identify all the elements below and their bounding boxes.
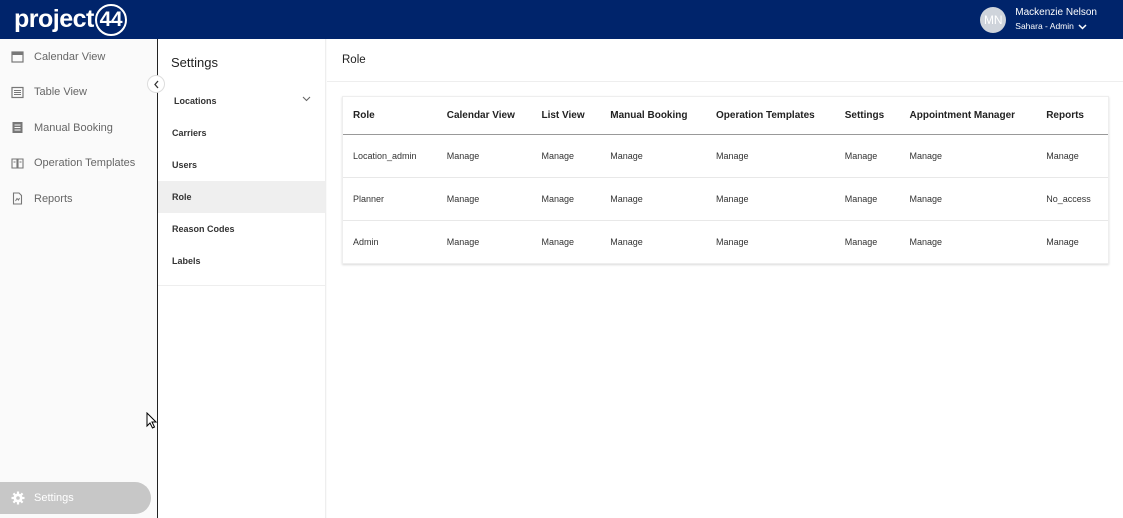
column-header[interactable]: Settings xyxy=(834,97,900,135)
column-header[interactable]: Reports xyxy=(1036,97,1108,135)
sidebar-item-label: Table View xyxy=(34,86,87,99)
settings-title: Settings xyxy=(171,54,218,70)
table-cell: Manage xyxy=(899,177,1037,221)
mouse-cursor-icon xyxy=(146,412,157,429)
table-cell: Manage xyxy=(706,177,835,221)
sidebar-item-reports[interactable]: Reports xyxy=(0,181,157,217)
avatar[interactable]: MN xyxy=(980,6,1007,33)
table-cell: Manage xyxy=(909,236,943,247)
role-table-card: Role Calendar View List View Manual Booking… xyxy=(342,96,1109,264)
table-cell: Manage xyxy=(706,134,835,178)
table-cell: Admin xyxy=(353,236,379,247)
column-header[interactable]: Role xyxy=(343,97,437,135)
table-cell: Manage xyxy=(600,134,706,178)
list-icon xyxy=(11,86,24,98)
gear-icon xyxy=(11,491,25,505)
role-table: Role Calendar View List View Manual Booking… xyxy=(343,97,1108,263)
table-row[interactable]: Planner Manage Manage Manage Manage Manage Man… xyxy=(343,177,1108,221)
table-header-row: Role Calendar View List View Manual Booking… xyxy=(343,97,1108,135)
table-cell: Manage xyxy=(436,134,532,178)
table-cell: Manage xyxy=(531,177,601,221)
settings-item-label: Reason Codes xyxy=(172,224,235,234)
sidebar-item-label: Operation Templates xyxy=(34,157,136,170)
settings-panel: Settings Locations Carriers Users Role R… xyxy=(158,39,326,518)
sidebar-item-label: Manual Booking xyxy=(34,121,113,134)
sidebar-item-operation-templates[interactable]: Operation Templates xyxy=(0,146,157,182)
table-cell: Manage xyxy=(834,177,900,221)
table-body: Location_admin Manage Manage Manage Manage Ma… xyxy=(343,134,1108,263)
settings-item-role[interactable]: Role xyxy=(158,181,325,213)
column-header[interactable]: List View xyxy=(531,97,601,135)
sidebar-item-label: Settings xyxy=(34,492,74,504)
settings-item-reason-codes[interactable]: Reason Codes xyxy=(158,213,325,245)
sidebar: Calendar View Table View Manual Booking … xyxy=(0,39,158,518)
table-cell: Manage xyxy=(1036,134,1108,178)
settings-item-label: Labels xyxy=(172,256,201,266)
user-role: Sahara - Admin xyxy=(1015,21,1074,32)
column-header[interactable]: Appointment Manager xyxy=(899,97,1037,135)
table-cell: Manage xyxy=(834,134,900,178)
table-cell: Manage xyxy=(541,236,575,247)
settings-item-carriers[interactable]: Carriers xyxy=(158,117,325,149)
settings-item-label: Users xyxy=(172,160,198,170)
chevron-down-icon[interactable] xyxy=(1078,23,1087,30)
top-bar: project 44 MN Mackenzie Nelson Sahara - … xyxy=(0,0,1123,39)
settings-list: Locations Carriers Users Role Reason Cod… xyxy=(158,85,325,286)
logo-number: 44 xyxy=(94,3,127,36)
main-content: Role Role Calendar View List View Manual Bo… xyxy=(327,39,1123,518)
table-cell: Manage xyxy=(531,134,601,178)
table-cell: Location_admin xyxy=(343,134,437,178)
table-cell: Manage xyxy=(610,236,643,247)
settings-item-label: Carriers xyxy=(172,128,207,138)
user-name: Mackenzie Nelson xyxy=(1015,7,1097,19)
sidebar-item-table-view[interactable]: Table View xyxy=(0,75,157,111)
table-row[interactable]: Admin Manage Manage Manage Manage Manage Manag… xyxy=(343,220,1108,263)
page-title: Role xyxy=(327,39,1123,82)
table-cell: Manage xyxy=(436,177,532,221)
sidebar-item-manual-booking[interactable]: Manual Booking xyxy=(0,110,157,146)
logo-text: project xyxy=(14,5,94,33)
document-icon xyxy=(12,122,23,134)
book-icon xyxy=(11,158,24,169)
settings-item-label: Role xyxy=(172,192,192,202)
column-header[interactable]: Operation Templates xyxy=(706,97,835,135)
column-header[interactable]: Calendar View xyxy=(436,97,532,135)
sidebar-item-label: Calendar View xyxy=(34,50,106,63)
report-icon xyxy=(12,192,23,205)
table-cell: Manage xyxy=(600,177,706,221)
table-cell: Manage xyxy=(446,236,480,247)
calendar-icon xyxy=(11,51,24,63)
settings-item-locations[interactable]: Locations xyxy=(158,85,325,117)
settings-item-users[interactable]: Users xyxy=(158,149,325,181)
table-cell: Manage xyxy=(716,236,749,247)
table-cell: Manage xyxy=(899,134,1037,178)
table-row[interactable]: Location_admin Manage Manage Manage Manage Ma… xyxy=(343,134,1108,178)
table-cell: Manage xyxy=(844,236,878,247)
table-cell: No_access xyxy=(1036,177,1108,221)
chevron-left-icon xyxy=(153,80,158,88)
table-cell: Manage xyxy=(1046,236,1079,247)
collapse-sidebar-button[interactable] xyxy=(147,75,165,93)
sidebar-item-calendar-view[interactable]: Calendar View xyxy=(0,39,157,75)
sidebar-item-label: Reports xyxy=(34,192,73,205)
settings-item-labels[interactable]: Labels xyxy=(158,245,325,277)
settings-item-label: Locations xyxy=(174,96,217,106)
chevron-down-icon[interactable] xyxy=(302,96,311,102)
sidebar-item-settings[interactable]: Settings xyxy=(0,482,151,514)
column-header[interactable]: Manual Booking xyxy=(600,97,706,135)
table-cell: Planner xyxy=(343,177,437,221)
logo[interactable]: project 44 xyxy=(14,3,127,36)
user-menu[interactable]: MN Mackenzie Nelson Sahara - Admin xyxy=(980,0,1097,39)
